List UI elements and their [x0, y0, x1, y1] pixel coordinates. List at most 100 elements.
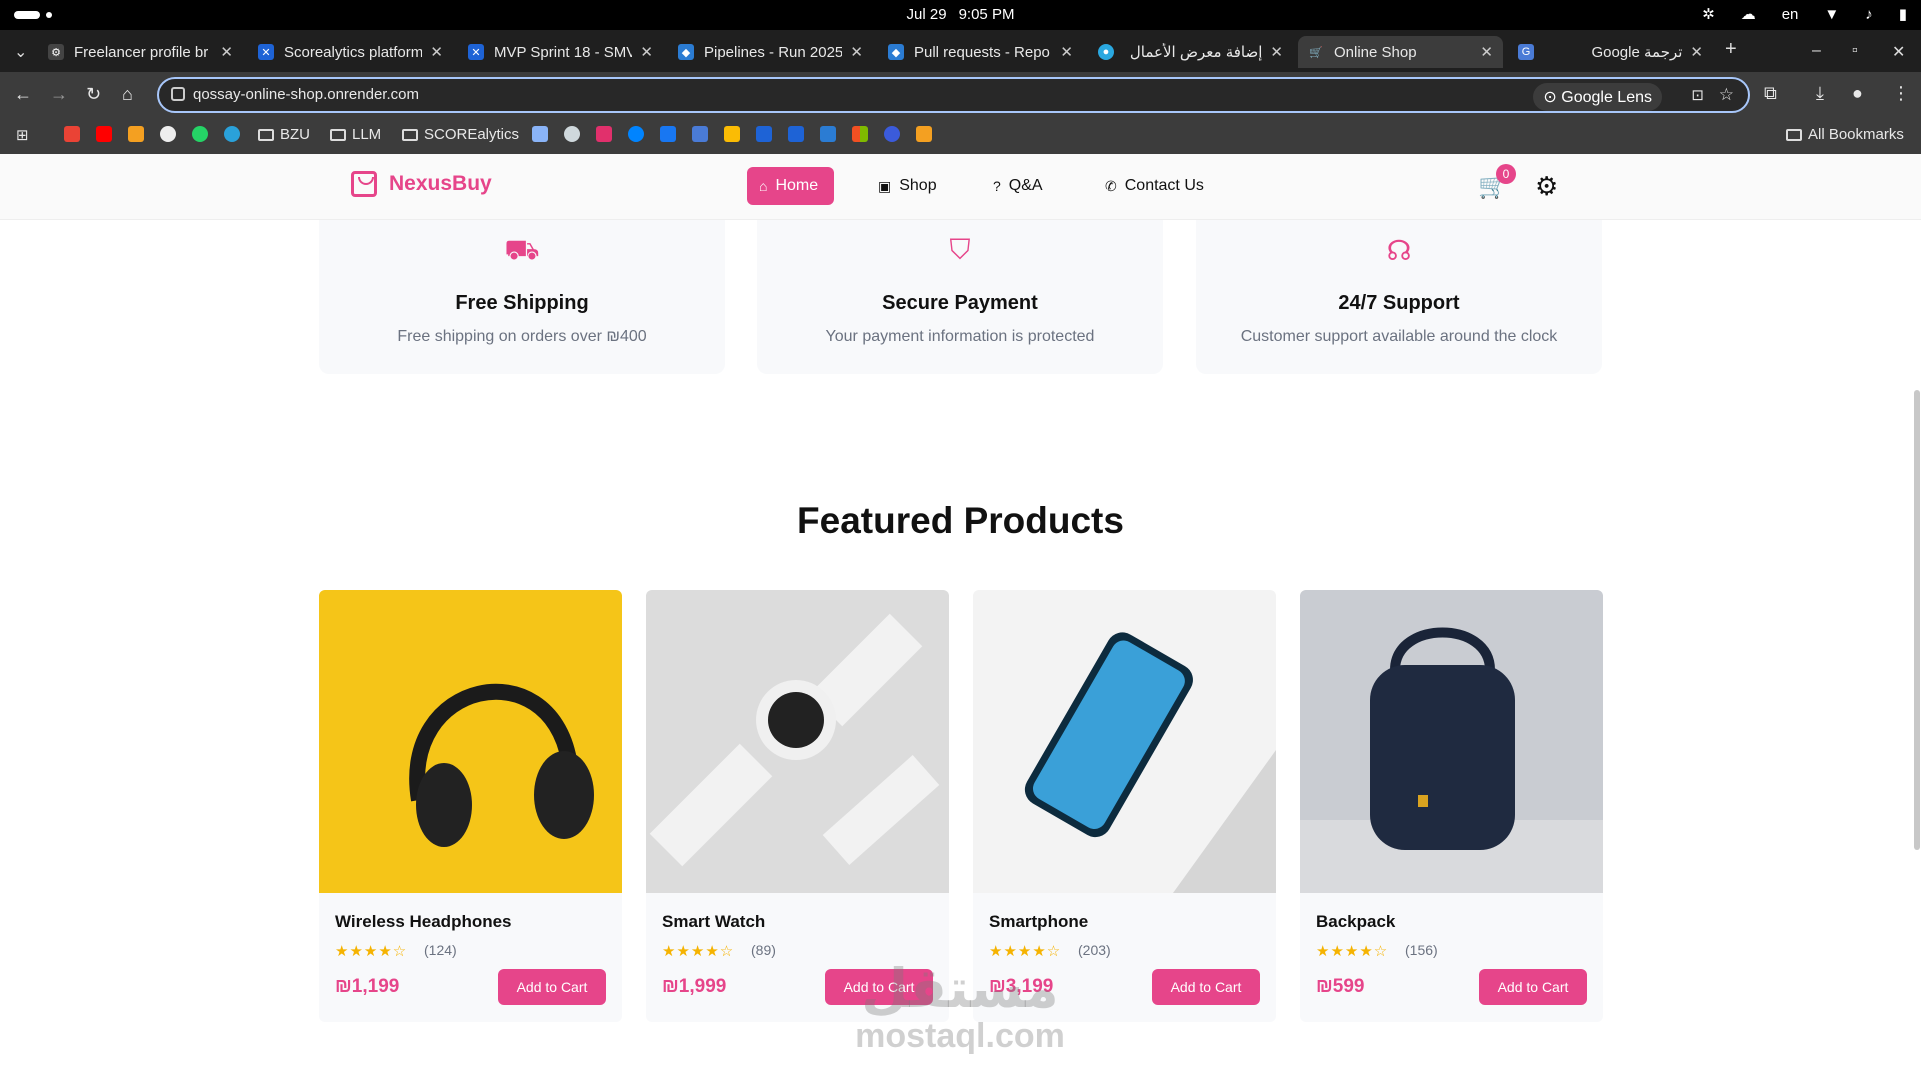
system-clock[interactable]: Jul 29 9:05 PM	[0, 6, 1921, 23]
bookmark-folder-scorealytics[interactable]: SCOREalytics	[402, 126, 519, 143]
all-bookmarks[interactable]: All Bookmarks	[1786, 126, 1904, 143]
extensions-icon[interactable]: ⧉	[1764, 83, 1777, 104]
product-card-backpack[interactable]: Backpack ★★★★☆ (156) ₪599 Add to Cart	[1300, 590, 1603, 1022]
nav-home[interactable]: ⌂ Home	[747, 167, 834, 205]
cart-button[interactable]: 🛒 0	[1478, 164, 1516, 201]
whatsapp-icon[interactable]	[192, 126, 208, 142]
apps-icon[interactable]: ⊞	[16, 126, 29, 144]
telegram-icon[interactable]	[224, 126, 240, 142]
folder-icon	[1786, 128, 1802, 141]
product-name[interactable]: Wireless Headphones	[335, 912, 512, 932]
close-icon[interactable]: ✕	[430, 43, 443, 61]
reload-icon[interactable]: ↻	[86, 84, 101, 105]
nav-contact[interactable]: ✆ Contact Us	[1093, 167, 1216, 205]
minimize-button[interactable]: –	[1812, 42, 1821, 60]
product-card-smartphone[interactable]: Smartphone ★★★★☆ (203) ₪3,199 Add to Car…	[973, 590, 1276, 1022]
maximize-button[interactable]: ▫	[1852, 42, 1858, 60]
feature-description: Your payment information is protected	[825, 328, 1095, 345]
close-icon[interactable]: ✕	[220, 43, 233, 61]
bookmarks-bar: ⊞ BZU LLM SCOREalytics All Bookmarks	[0, 118, 1921, 154]
bookmark-icon[interactable]	[128, 126, 144, 142]
add-to-cart-button[interactable]: Add to Cart	[498, 969, 606, 1005]
jira-icon[interactable]	[788, 126, 804, 142]
url-text[interactable]: qossay-online-shop.onrender.com	[193, 86, 419, 103]
add-to-cart-button[interactable]: Add to Cart	[1479, 969, 1587, 1005]
google-lens-button[interactable]: ⊙ Google Lens	[1533, 83, 1662, 111]
tab-scorealytics[interactable]: ✕ Scorealytics platform ✕	[248, 36, 453, 68]
back-icon[interactable]: ←	[14, 84, 32, 105]
product-image-smart-watch[interactable]	[646, 590, 949, 893]
address-bar[interactable]: qossay-online-shop.onrender.com ⊙ Google…	[157, 77, 1750, 113]
shield-icon: ⛉	[949, 234, 971, 265]
github-icon[interactable]	[160, 126, 176, 142]
review-count: (156)	[1405, 942, 1438, 958]
translate-icon[interactable]	[692, 126, 708, 142]
install-app-icon[interactable]: ⊡	[1691, 86, 1704, 104]
tab-search-icon[interactable]: ⌄	[14, 42, 27, 62]
close-icon[interactable]: ✕	[1690, 43, 1703, 61]
bookmark-icon[interactable]	[884, 126, 900, 142]
messenger-icon[interactable]	[628, 126, 644, 142]
tab-portfolio[interactable]: ● إضافة معرض الأعمال ✕	[1088, 36, 1293, 68]
nav-qa[interactable]: ? Q&A	[981, 167, 1055, 205]
close-icon[interactable]: ✕	[1060, 43, 1073, 61]
microsoft-icon[interactable]	[852, 126, 868, 142]
star-rating: ★★★★☆	[1316, 943, 1389, 960]
instagram-icon[interactable]	[596, 126, 612, 142]
bookmark-icon[interactable]	[532, 126, 548, 142]
tab-google-translate[interactable]: G Google ترجمة ✕	[1508, 36, 1713, 68]
page-scrollbar[interactable]	[1914, 390, 1920, 850]
product-name[interactable]: Smart Watch	[662, 912, 765, 932]
jira-icon: ✕	[258, 44, 274, 60]
tab-online-shop[interactable]: 🛒 Online Shop ✕	[1298, 36, 1503, 68]
product-card-headphones[interactable]: Wireless Headphones ★★★★☆ (124) ₪1,199 A…	[319, 590, 622, 1022]
product-price: ₪1,999	[662, 976, 727, 997]
bookmark-icon[interactable]	[916, 126, 932, 142]
close-icon[interactable]: ✕	[1270, 43, 1283, 61]
close-icon[interactable]: ✕	[640, 43, 653, 61]
cloud-icon: ☁	[1740, 6, 1756, 23]
new-tab-button[interactable]: +	[1725, 38, 1737, 61]
nav-shop[interactable]: ▣ Shop	[866, 167, 949, 205]
jira-icon: ✕	[468, 44, 484, 60]
close-icon[interactable]: ✕	[850, 43, 863, 61]
brand-logo[interactable]: NexusBuy	[351, 171, 492, 197]
add-to-cart-button[interactable]: Add to Cart	[1152, 969, 1260, 1005]
bookmark-star-icon[interactable]: ☆	[1719, 85, 1734, 105]
jira-icon[interactable]	[756, 126, 772, 142]
language-indicator[interactable]: en	[1782, 6, 1799, 23]
menu-icon[interactable]: ⋮	[1892, 83, 1910, 104]
bookmark-folder-llm[interactable]: LLM	[330, 126, 381, 143]
gmail-icon[interactable]	[64, 126, 80, 142]
product-image-smartphone[interactable]	[973, 590, 1276, 893]
feature-card-shipping: ⛟ Free Shipping Free shipping on orders …	[319, 220, 725, 374]
bookmark-icon[interactable]	[724, 126, 740, 142]
bookmark-folder-bzu[interactable]: BZU	[258, 126, 310, 143]
forward-icon[interactable]: →	[50, 84, 68, 105]
facebook-icon[interactable]	[660, 126, 676, 142]
product-image-headphones[interactable]	[319, 590, 622, 893]
site-header: NexusBuy ⌂ Home ▣ Shop ? Q&A ✆ Contact Us 🛒 0…	[0, 154, 1921, 220]
site-info-icon[interactable]	[171, 87, 185, 101]
close-icon[interactable]: ✕	[1480, 43, 1493, 61]
youtube-icon[interactable]	[96, 126, 112, 142]
product-name[interactable]: Backpack	[1316, 912, 1395, 932]
settings-button[interactable]: ⚙	[1535, 171, 1558, 202]
product-image-backpack[interactable]	[1300, 590, 1603, 893]
tab-freelancer[interactable]: ⚙ Freelancer profile br ✕	[38, 36, 243, 68]
download-icon[interactable]: ⤓	[1816, 83, 1824, 104]
product-name[interactable]: Smartphone	[989, 912, 1088, 932]
product-card-smart-watch[interactable]: Smart Watch ★★★★☆ (89) ₪1,999 Add to Car…	[646, 590, 949, 1022]
headphones-icon: ☊	[1386, 235, 1412, 266]
home-icon[interactable]: ⌂	[122, 84, 133, 105]
bookmark-icon[interactable]	[564, 126, 580, 142]
close-window-button[interactable]: ✕	[1892, 42, 1905, 62]
tab-pipelines[interactable]: ◆ Pipelines - Run 2025 ✕	[668, 36, 873, 68]
system-tray[interactable]: ✲ ☁ en ▼ ♪ ▮	[1702, 5, 1907, 24]
mostaql-icon: ●	[1098, 44, 1114, 60]
tab-mvp-sprint[interactable]: ✕ MVP Sprint 18 - SMV ✕	[458, 36, 663, 68]
tab-pull-requests[interactable]: ◆ Pull requests - Repo ✕	[878, 36, 1083, 68]
feature-title: Secure Payment	[882, 292, 1038, 314]
profile-avatar[interactable]: ●	[1852, 83, 1863, 104]
azure-devops-icon[interactable]	[820, 126, 836, 142]
